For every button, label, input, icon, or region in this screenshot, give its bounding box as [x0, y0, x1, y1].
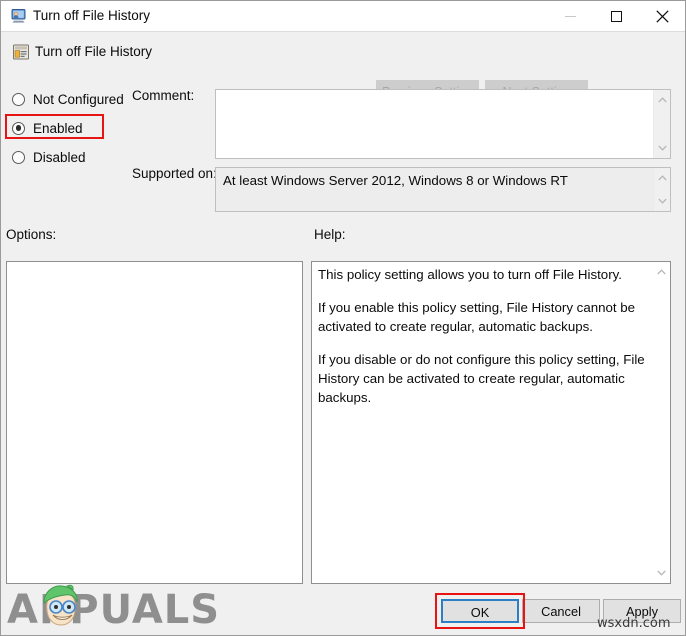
options-panel[interactable]	[6, 261, 303, 584]
supported-on-label: Supported on:	[132, 166, 217, 181]
close-icon	[655, 9, 669, 23]
comment-label: Comment:	[132, 88, 195, 103]
dialog-header: Turn off File History Previous Setting N…	[1, 32, 685, 102]
help-text: This policy setting allows you to turn o…	[318, 265, 646, 421]
help-label: Help:	[314, 227, 346, 242]
radio-mark-enabled	[12, 121, 25, 135]
radio-mark-disabled	[12, 150, 25, 164]
help-paragraph: This policy setting allows you to turn o…	[318, 267, 622, 282]
group-policy-setting-icon	[12, 43, 30, 61]
window-title: Turn off File History	[33, 8, 151, 23]
minimize-icon	[564, 15, 576, 17]
close-button[interactable]	[639, 1, 685, 31]
options-label: Options:	[6, 227, 57, 242]
policy-monitor-icon	[10, 8, 27, 24]
radio-label-disabled: Disabled	[33, 149, 86, 165]
maximize-button[interactable]	[593, 1, 639, 31]
ok-button[interactable]: OK	[441, 599, 519, 623]
scroll-down-icon[interactable]	[654, 193, 670, 209]
appuals-mascot-icon	[35, 581, 87, 633]
policy-setting-dialog: Turn off File History Turn off File Hist…	[0, 0, 686, 636]
supported-on-field: At least Windows Server 2012, Windows 8 …	[215, 167, 671, 212]
appuals-watermark-text: APPUALS	[7, 587, 221, 633]
scroll-down-icon[interactable]	[653, 565, 670, 581]
scroll-up-icon[interactable]	[654, 92, 670, 108]
help-panel[interactable]: This policy setting allows you to turn o…	[311, 261, 671, 584]
policy-name: Turn off File History	[35, 44, 153, 59]
radio-label-enabled: Enabled	[33, 120, 83, 136]
comment-input[interactable]	[215, 89, 671, 159]
help-paragraph: If you disable or do not configure this …	[318, 352, 645, 405]
radio-disabled[interactable]: Disabled	[12, 147, 86, 167]
radio-enabled[interactable]: Enabled	[12, 118, 83, 138]
scroll-up-icon[interactable]	[653, 264, 670, 280]
apply-button[interactable]: Apply	[603, 599, 681, 623]
radio-label-not-configured: Not Configured	[33, 91, 124, 107]
help-paragraph: If you enable this policy setting, File …	[318, 300, 636, 334]
title-bar: Turn off File History	[1, 1, 685, 32]
supported-on-scrollbar[interactable]	[653, 168, 670, 211]
minimize-button[interactable]	[547, 1, 593, 31]
comment-scrollbar[interactable]	[653, 90, 670, 158]
scroll-up-icon[interactable]	[654, 170, 670, 186]
help-scrollbar[interactable]	[653, 262, 670, 583]
appuals-watermark: APPUALS	[7, 584, 221, 635]
scroll-down-icon[interactable]	[654, 140, 670, 156]
cancel-button[interactable]: Cancel	[522, 599, 600, 623]
supported-on-value: At least Windows Server 2012, Windows 8 …	[223, 173, 568, 188]
radio-mark-not-configured	[12, 92, 25, 106]
maximize-icon	[610, 10, 622, 22]
radio-not-configured[interactable]: Not Configured	[12, 89, 124, 109]
